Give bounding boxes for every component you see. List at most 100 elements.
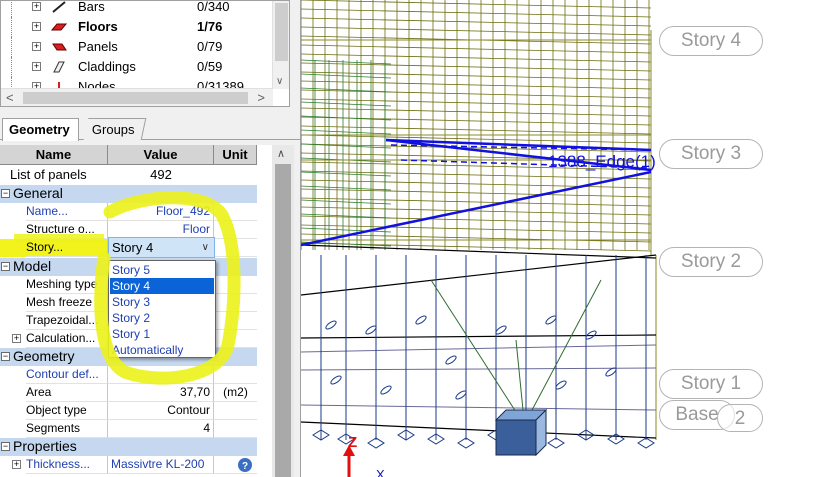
tree-item-label: Floors: [78, 19, 118, 34]
story-tag-3[interactable]: Story 3: [659, 139, 763, 169]
scroll-thumb[interactable]: [275, 164, 291, 477]
story-tag-1[interactable]: Story 1: [659, 369, 763, 399]
list-label: List of panels: [10, 167, 87, 182]
story-tag-4[interactable]: Story 4: [659, 26, 763, 56]
prop-unit: (m2): [214, 384, 257, 402]
prop-value[interactable]: Massivtre KL-200: [108, 456, 214, 474]
tree-item-count: 1/76: [197, 19, 223, 34]
prop-row-thickness[interactable]: + Thickness... Massivtre KL-200 ?: [0, 456, 257, 474]
prop-value[interactable]: Floor_492: [108, 203, 214, 221]
prop-name: Area: [26, 384, 108, 402]
edge-label: 1388_Edge(1): [548, 152, 656, 171]
prop-name: Trapezoidal...: [26, 312, 108, 330]
prop-value[interactable]: 37,70: [108, 384, 214, 402]
prop-unit: [214, 312, 257, 330]
prop-name: Mesh freeze: [26, 294, 108, 312]
tab-label: Groups: [91, 122, 135, 137]
prop-name: Calculation...: [26, 330, 108, 348]
story-option[interactable]: Story 3: [110, 294, 214, 310]
prop-name: Name...: [26, 203, 108, 221]
model-viewport[interactable]: Story 4 Story 3 Story 2 Story 1 Base 2 1…: [300, 0, 833, 477]
tree-item-bars[interactable]: + Bars 0/340: [1, 0, 271, 17]
prop-unit: [214, 420, 257, 438]
support-box[interactable]: [494, 408, 548, 457]
prop-name: Story...: [26, 239, 108, 257]
chevron-down-icon[interactable]: ∨: [202, 238, 209, 257]
tree-item-label: Panels: [78, 39, 118, 54]
chevron-up-icon[interactable]: ∧: [277, 147, 285, 160]
prop-unit: [214, 294, 257, 312]
grid-header: Name Value Unit: [0, 145, 257, 165]
tree-item-label: Bars: [78, 0, 105, 14]
story-option[interactable]: Story 5: [110, 262, 214, 278]
story-option[interactable]: Story 2: [110, 310, 214, 326]
base-index-tag[interactable]: 2: [717, 404, 763, 432]
tree-item-floors[interactable]: + Floors 1/76: [1, 17, 271, 37]
prop-row-name[interactable]: Name... Floor_492: [0, 203, 257, 221]
prop-name: Meshing type: [26, 276, 108, 294]
prop-value[interactable]: [108, 366, 214, 384]
story-select[interactable]: Story 4 ∨: [108, 237, 215, 258]
section-general[interactable]: − General: [0, 185, 257, 203]
tree-item-count: 0/59: [197, 59, 223, 74]
tab-groups[interactable]: Groups: [83, 118, 146, 140]
expand-icon[interactable]: +: [32, 62, 41, 71]
prop-row-contour[interactable]: Contour def...: [0, 366, 257, 384]
axis-z-label: Z: [348, 434, 358, 451]
bar-icon: [52, 1, 66, 13]
chevron-left-icon[interactable]: <: [6, 90, 14, 105]
story-option[interactable]: Story 1: [110, 326, 214, 342]
expand-icon[interactable]: +: [32, 22, 41, 31]
prop-unit: [214, 203, 257, 221]
tab-geometry[interactable]: Geometry: [2, 118, 79, 141]
left-panel: + Bars 0/340 + Floors 1/76 + Panels 0/79…: [0, 0, 300, 477]
help-icon[interactable]: ?: [237, 457, 253, 473]
tree-item-claddings[interactable]: + Claddings 0/59: [1, 57, 271, 77]
prop-name: Thickness...: [26, 456, 108, 474]
scroll-thumb[interactable]: [23, 92, 248, 104]
prop-unit: [214, 366, 257, 384]
section-properties[interactable]: − Properties: [0, 438, 257, 456]
column-header-name[interactable]: Name: [0, 145, 108, 165]
prop-row-object-type[interactable]: Object type Contour: [0, 402, 257, 420]
floor-icon: [51, 23, 67, 31]
prop-name: Structure o...: [26, 221, 108, 239]
column-header-value[interactable]: Value: [108, 145, 214, 165]
expand-icon[interactable]: +: [32, 2, 41, 11]
tree-item-count: 0/79: [197, 39, 223, 54]
collapse-icon[interactable]: −: [1, 442, 10, 451]
prop-value[interactable]: Contour: [108, 402, 214, 420]
story-option[interactable]: Automatically: [110, 342, 214, 358]
properties-scrollbar[interactable]: ∧: [272, 145, 294, 477]
prop-value[interactable]: 4: [108, 420, 214, 438]
expand-icon[interactable]: +: [32, 42, 41, 51]
column-header-unit[interactable]: Unit: [214, 145, 257, 165]
list-value: 492: [150, 167, 172, 182]
expand-icon[interactable]: +: [12, 460, 21, 469]
tree-horizontal-scrollbar[interactable]: < >: [1, 88, 273, 106]
story-tag-2[interactable]: Story 2: [659, 247, 763, 277]
object-tree: + Bars 0/340 + Floors 1/76 + Panels 0/79…: [0, 0, 290, 107]
collapse-icon[interactable]: −: [1, 189, 10, 198]
story-option[interactable]: Story 4: [110, 278, 214, 294]
prop-row-area[interactable]: Area 37,70 (m2): [0, 384, 257, 402]
chevron-right-icon[interactable]: >: [257, 90, 265, 105]
prop-unit: [214, 221, 257, 239]
chevron-down-icon[interactable]: ∨: [276, 76, 283, 87]
tab-label: Geometry: [9, 122, 70, 137]
prop-unit: [214, 330, 257, 348]
prop-row-segments[interactable]: Segments 4: [0, 420, 257, 438]
panel-icon: [52, 43, 67, 51]
axis-x-label: X: [376, 467, 385, 477]
tree-item-panels[interactable]: + Panels 0/79: [1, 37, 271, 57]
expand-icon[interactable]: +: [12, 334, 21, 343]
section-label: Model: [13, 258, 52, 274]
list-of-panels-row: List of panels 492: [0, 166, 257, 184]
scroll-thumb[interactable]: [275, 3, 288, 61]
tree-vertical-scrollbar[interactable]: ∨: [272, 1, 289, 89]
collapse-icon[interactable]: −: [1, 352, 10, 361]
prop-name: Segments: [26, 420, 108, 438]
collapse-icon[interactable]: −: [1, 262, 10, 271]
section-label: General: [13, 185, 63, 201]
section-label: Geometry: [13, 348, 75, 364]
